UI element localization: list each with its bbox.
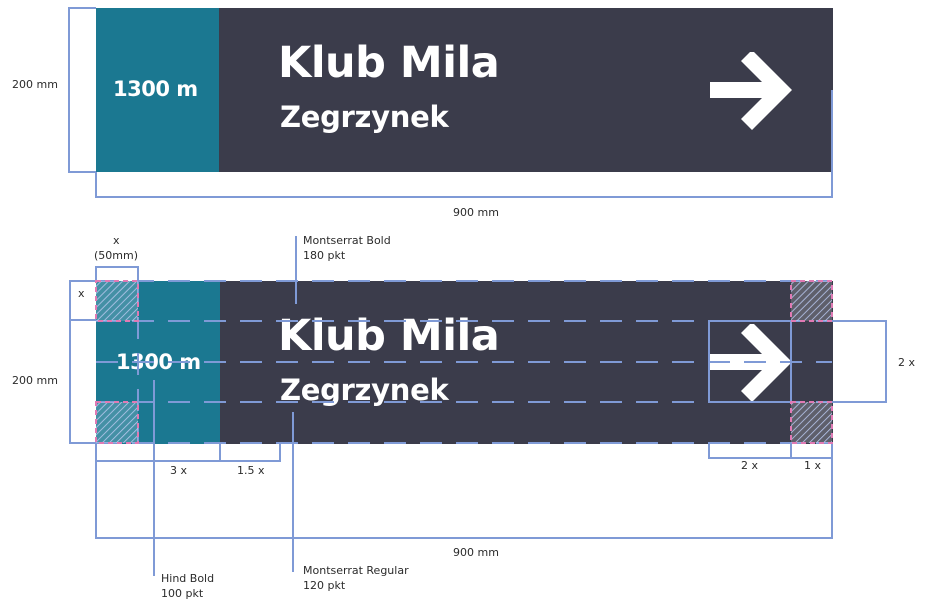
- destination-title: Klub Mila: [278, 38, 500, 88]
- subtitle-font-label: Montserrat Regular: [303, 564, 409, 577]
- module-label: x: [113, 234, 120, 247]
- dim-2x-bracket: [708, 443, 792, 459]
- spec-width-label: 900 mm: [453, 546, 499, 559]
- dim-3x-bracket: [95, 443, 221, 462]
- top-width-label: 900 mm: [453, 206, 499, 219]
- dim-1x-label: 1 x: [804, 459, 822, 472]
- spec-width-bracket: [95, 443, 833, 539]
- arrow-right-icon: [710, 52, 792, 130]
- arrow-right-icon: [710, 324, 792, 402]
- top-height-bracket: [68, 7, 96, 173]
- module-bracket: [95, 266, 139, 281]
- dim-2x-right-label: 2 x: [898, 356, 916, 369]
- dim-1x-bracket: [791, 443, 833, 459]
- destination-subtitle: Zegrzynek: [280, 100, 449, 134]
- dim-1-5x-label: 1.5 x: [237, 464, 265, 477]
- top-height-label: 200 mm: [12, 78, 58, 91]
- dim-2x-label: 2 x: [741, 459, 759, 472]
- module-size-label: (50mm): [94, 249, 139, 262]
- dim-3x-label: 3 x: [170, 464, 188, 477]
- dim-1-5x-bracket: [220, 443, 281, 462]
- spec-height-label: 200 mm: [12, 374, 58, 387]
- side-x-label: x: [78, 287, 85, 300]
- title-font-label: Montserrat Bold: [303, 234, 391, 247]
- distance-text: 1300 m: [116, 350, 201, 374]
- destination-title: Klub Mila: [278, 311, 500, 361]
- title-size-label: 180 pkt: [303, 249, 346, 262]
- dim-2x-right-bracket: [832, 320, 887, 403]
- subtitle-size-label: 120 pkt: [303, 579, 346, 592]
- distance-size-label: 100 pkt: [161, 587, 204, 600]
- distance-font-label: Hind Bold: [161, 572, 215, 585]
- distance-text: 1300 m: [113, 77, 198, 101]
- destination-subtitle: Zegrzynek: [280, 373, 449, 407]
- spec-height-bracket: [69, 280, 96, 444]
